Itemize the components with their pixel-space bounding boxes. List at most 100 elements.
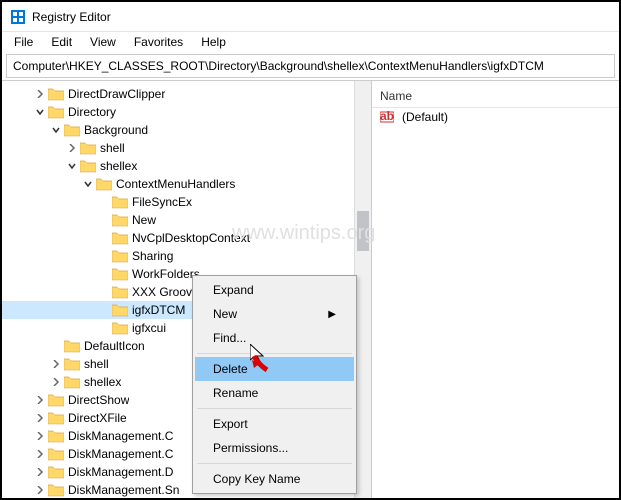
titlebar: Registry Editor (2, 2, 619, 32)
tree-label: shell (84, 357, 109, 371)
chevron-right-icon[interactable] (34, 412, 46, 424)
folder-icon (48, 105, 64, 119)
tree-label: Directory (68, 105, 116, 119)
menubar: File Edit View Favorites Help (2, 32, 619, 52)
details-panel: Name ab (Default) (372, 81, 619, 498)
folder-icon (64, 123, 80, 137)
folder-icon (48, 447, 64, 461)
folder-icon (48, 483, 64, 497)
folder-icon (64, 339, 80, 353)
folder-icon (112, 213, 128, 227)
chevron-down-icon[interactable] (50, 124, 62, 136)
ctx-copy-key-name[interactable]: Copy Key Name (195, 467, 354, 491)
tree-label: FileSyncEx (132, 195, 192, 209)
details-header[interactable]: Name (372, 85, 619, 108)
tree-label: New (132, 213, 156, 227)
context-menu: Expand New▶ Find... Delete Rename Export… (192, 275, 357, 494)
address-bar[interactable]: Computer\HKEY_CLASSES_ROOT\Directory\Bac… (6, 54, 615, 78)
value-row-default[interactable]: ab (Default) (372, 108, 619, 126)
tree-item[interactable]: shellex (2, 157, 371, 175)
ctx-separator (197, 353, 352, 354)
folder-icon (96, 177, 112, 191)
ctx-delete[interactable]: Delete (195, 357, 354, 381)
folder-icon (48, 393, 64, 407)
tree-label: igfxcui (132, 321, 166, 335)
tree-label: DiskManagement.C (68, 447, 173, 461)
folder-icon (48, 465, 64, 479)
app-icon (10, 9, 26, 25)
folder-icon (112, 231, 128, 245)
svg-text:ab: ab (380, 110, 394, 123)
tree-label: shellex (84, 375, 121, 389)
ctx-expand[interactable]: Expand (195, 278, 354, 302)
folder-icon (48, 429, 64, 443)
chevron-down-icon[interactable] (82, 178, 94, 190)
folder-icon (80, 159, 96, 173)
folder-icon (112, 249, 128, 263)
tree-label: NvCplDesktopContext (132, 231, 250, 245)
tree-label: DirectShow (68, 393, 129, 407)
folder-icon (80, 141, 96, 155)
tree-label: Background (84, 123, 148, 137)
tree-label: Sharing (132, 249, 173, 263)
tree-label: DiskManagement.C (68, 429, 173, 443)
chevron-down-icon[interactable] (34, 106, 46, 118)
tree-item[interactable]: FileSyncEx (2, 193, 371, 211)
tree-item[interactable]: New (2, 211, 371, 229)
folder-icon (112, 303, 128, 317)
ctx-find[interactable]: Find... (195, 326, 354, 350)
tree-label: DiskManagement.Sn (68, 483, 179, 497)
ctx-permissions[interactable]: Permissions... (195, 436, 354, 460)
tree-label: shellex (100, 159, 137, 173)
chevron-down-icon[interactable] (66, 160, 78, 172)
tree-item[interactable]: Sharing (2, 247, 371, 265)
menu-help[interactable]: Help (193, 33, 234, 51)
folder-icon (112, 321, 128, 335)
tree-label: WorkFolders (132, 267, 200, 281)
tree-label: DirectDrawClipper (68, 87, 165, 101)
chevron-right-icon[interactable] (34, 430, 46, 442)
ctx-separator (197, 463, 352, 464)
tree-item[interactable]: ContextMenuHandlers (2, 175, 371, 193)
menu-edit[interactable]: Edit (43, 33, 80, 51)
column-name[interactable]: Name (380, 89, 412, 103)
chevron-right-icon[interactable] (34, 394, 46, 406)
folder-icon (112, 195, 128, 209)
ctx-rename[interactable]: Rename (195, 381, 354, 405)
menu-file[interactable]: File (6, 33, 41, 51)
folder-icon (48, 87, 64, 101)
tree-item[interactable]: shell (2, 139, 371, 157)
menu-favorites[interactable]: Favorites (126, 33, 191, 51)
chevron-right-icon[interactable] (66, 142, 78, 154)
menu-view[interactable]: View (82, 33, 124, 51)
ctx-separator (197, 408, 352, 409)
tree-label: ContextMenuHandlers (116, 177, 235, 191)
chevron-right-icon[interactable] (34, 466, 46, 478)
folder-icon (112, 285, 128, 299)
value-name: (Default) (402, 110, 448, 124)
folder-icon (48, 411, 64, 425)
ctx-new[interactable]: New▶ (195, 302, 354, 326)
chevron-right-icon[interactable] (34, 448, 46, 460)
ctx-export[interactable]: Export (195, 412, 354, 436)
chevron-right-icon[interactable] (50, 358, 62, 370)
folder-icon (112, 267, 128, 281)
window-title: Registry Editor (32, 10, 111, 24)
tree-label: DefaultIcon (84, 339, 145, 353)
tree-item[interactable]: Directory (2, 103, 371, 121)
folder-icon (64, 375, 80, 389)
tree-item[interactable]: DirectDrawClipper (2, 85, 371, 103)
chevron-right-icon[interactable] (34, 88, 46, 100)
string-value-icon: ab (380, 110, 394, 124)
tree-label: DiskManagement.D (68, 465, 173, 479)
tree-item[interactable]: NvCplDesktopContext (2, 229, 371, 247)
chevron-right-icon[interactable] (34, 484, 46, 496)
chevron-right-icon[interactable] (50, 376, 62, 388)
tree-label: shell (100, 141, 125, 155)
tree-label: igfxDTCM (132, 303, 185, 317)
folder-icon (64, 357, 80, 371)
tree-item[interactable]: Background (2, 121, 371, 139)
tree-label: DirectXFile (68, 411, 127, 425)
scrollbar-thumb[interactable] (357, 211, 369, 251)
address-text: Computer\HKEY_CLASSES_ROOT\Directory\Bac… (13, 59, 544, 73)
